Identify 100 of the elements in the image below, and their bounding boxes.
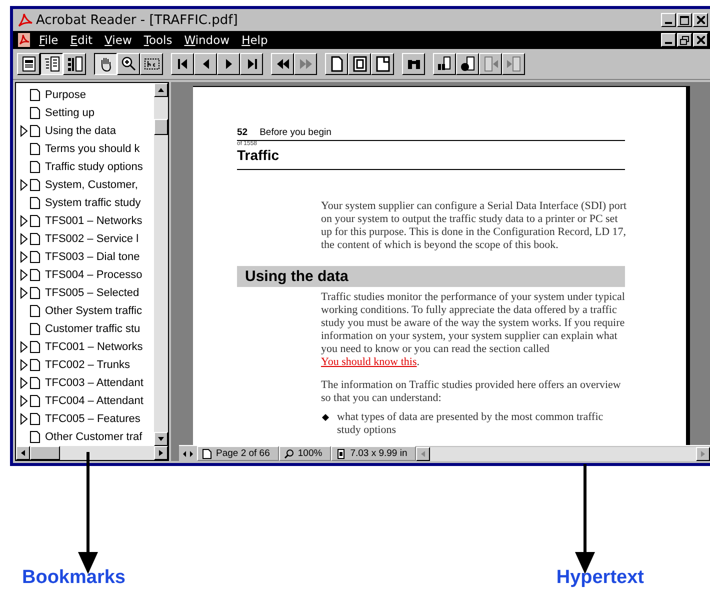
page-icon [30, 359, 40, 371]
body-paragraph: Your system supplier can configure a Serial Data Interface (SDI) port on your system to output the traffic study data to a printer or PC set up for this purpose. This is done in the Configuration Record, LD 17, the content of which is beyond the scope of this book. [321, 200, 627, 252]
acrobat-logo-icon [17, 12, 33, 28]
page-icon [30, 125, 40, 137]
hypertext-link[interactable]: You should know this [321, 356, 417, 368]
zoom-icon [284, 448, 294, 458]
expand-triangle-icon[interactable] [20, 359, 28, 371]
bookmark-item[interactable]: Other Customer traf [45, 431, 142, 443]
menu-item[interactable]: Window [184, 33, 230, 47]
text-select-icon [144, 56, 160, 72]
expand-triangle-icon[interactable] [20, 395, 28, 407]
page-icon [30, 341, 40, 353]
bookmark-item[interactable]: Other System traffic [45, 305, 142, 317]
page-icon [30, 233, 40, 245]
expand-triangle-icon[interactable] [20, 233, 28, 245]
bookmark-item[interactable]: TFS004 – Processo [45, 269, 142, 281]
zoom-icon [120, 56, 136, 72]
scrollbar[interactable] [416, 446, 710, 460]
bookmark-item[interactable]: Purpose [45, 89, 86, 101]
bookmark-item[interactable]: TFS005 – Selected [45, 287, 140, 299]
bullet-text: what types of data are presented by the most common traffic study options [337, 411, 604, 437]
body-paragraph: The information on Traffic studies provided here offers an overview so that you can understand: [321, 379, 622, 405]
menu-item[interactable]: Help [242, 33, 268, 47]
toolbar-button[interactable] [94, 53, 117, 75]
document-icon [17, 33, 31, 47]
scrollbar[interactable] [154, 83, 168, 446]
bookmark-item[interactable]: System, Customer, [45, 179, 138, 191]
page-number: 52 [237, 127, 248, 138]
page-size-field[interactable]: 7.03 x 9.99 in [331, 446, 416, 461]
double-right-arrow-icon [298, 56, 314, 72]
bookmark-item[interactable]: TFC004 – Attendant [45, 395, 144, 407]
fit-page-icon [352, 56, 368, 72]
maximize-icon [680, 16, 689, 24]
status-text: 100% [298, 448, 322, 459]
bookmark-list-icon [44, 56, 60, 72]
previous-highlight-icon [482, 56, 498, 72]
bookmark-item[interactable]: Customer traffic stu [45, 323, 140, 335]
section-heading: Using the data [237, 266, 625, 287]
menu-item[interactable]: File [39, 33, 58, 47]
minimize-button[interactable] [661, 13, 676, 27]
restore-icon [680, 36, 689, 44]
page-icon [30, 413, 40, 425]
callout-label: Bookmarks [22, 567, 126, 589]
status-text: 7.03 x 9.99 in [350, 448, 408, 459]
double-left-arrow-icon [274, 56, 290, 72]
page-icon [30, 305, 40, 317]
page-icon [202, 448, 212, 458]
scroll-thumb[interactable] [154, 119, 168, 135]
bookmark-item[interactable]: System traffic study [45, 197, 141, 209]
expand-triangle-icon[interactable] [20, 215, 28, 227]
window-title: Acrobat Reader - [TRAFFIC.pdf] [36, 12, 239, 28]
page-icon [30, 269, 40, 281]
menu-item[interactable]: Edit [70, 33, 93, 47]
expand-triangle-icon[interactable] [20, 413, 28, 425]
page-size-icon [336, 448, 346, 458]
bullet-icon [322, 414, 330, 422]
bookmark-item[interactable]: TFS003 – Dial tone [45, 251, 140, 263]
bookmark-item[interactable]: TFC002 – Trunks [45, 359, 130, 371]
bookmark-item[interactable]: TFC001 – Networks [45, 341, 143, 353]
bookmark-item[interactable]: TFS001 – Networks [45, 215, 142, 227]
menu-item[interactable]: View [104, 33, 132, 47]
page-icon [30, 143, 40, 155]
close-icon [696, 16, 704, 24]
search-results-icon [460, 56, 476, 72]
status-text: Page 2 of 66 [216, 448, 270, 459]
page-icon [30, 377, 40, 389]
chapter-title: Traffic [237, 147, 625, 170]
toolbar-button[interactable] [40, 53, 63, 75]
expand-triangle-icon[interactable] [20, 251, 28, 263]
menu-item[interactable]: Tools [144, 33, 172, 47]
fit-width-icon [374, 56, 390, 72]
restore-button[interactable] [677, 33, 692, 47]
expand-triangle-icon[interactable] [20, 125, 28, 137]
expand-triangle-icon[interactable] [20, 269, 28, 281]
page-icon [30, 431, 40, 443]
bookmark-item[interactable]: TFS002 – Service l [45, 233, 139, 245]
scroll-thumb[interactable] [30, 446, 60, 460]
bookmark-item[interactable]: Setting up [45, 107, 95, 119]
expand-triangle-icon[interactable] [20, 287, 28, 299]
close-button[interactable] [693, 13, 708, 27]
minimize-button[interactable] [661, 33, 676, 47]
page-icon [20, 56, 36, 72]
expand-triangle-icon[interactable] [20, 377, 28, 389]
bookmark-item[interactable]: Terms you should k [45, 143, 140, 155]
maximize-button[interactable] [677, 13, 692, 27]
page-icon [30, 89, 40, 101]
bookmark-item[interactable]: Traffic study options [45, 161, 143, 173]
bookmark-item[interactable]: Using the data [45, 125, 116, 137]
page-icon [328, 56, 344, 72]
close-button[interactable] [693, 33, 708, 47]
page-icon [30, 161, 40, 173]
scrollbar[interactable] [16, 446, 168, 460]
zoom-field[interactable]: 100% [278, 446, 332, 461]
bookmark-item[interactable]: TFC005 – Features [45, 413, 140, 425]
bookmark-item[interactable]: TFC003 – Attendant [45, 377, 144, 389]
page-number-field[interactable]: Page 2 of 66 [197, 446, 279, 461]
expand-triangle-icon[interactable] [20, 179, 28, 191]
callout-label: Hypertext [556, 567, 644, 589]
page-icon [30, 179, 40, 191]
expand-triangle-icon[interactable] [20, 341, 28, 353]
